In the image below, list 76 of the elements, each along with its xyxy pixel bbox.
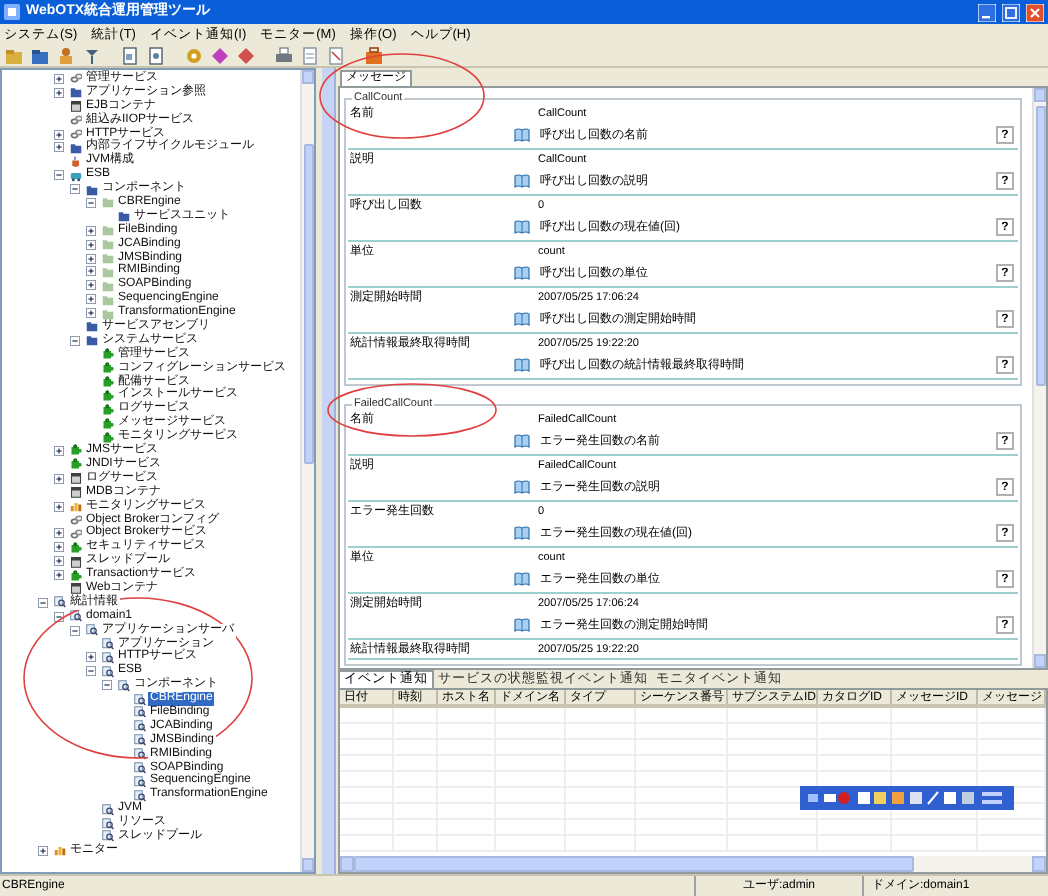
document-icon[interactable] xyxy=(120,45,140,65)
collapse-icon[interactable] xyxy=(86,197,96,208)
expand-icon[interactable] xyxy=(54,570,64,580)
app-icon xyxy=(4,4,20,20)
expand-icon[interactable] xyxy=(38,845,48,856)
book-icon[interactable] xyxy=(514,358,530,372)
folder-icon xyxy=(70,86,82,99)
expand-icon[interactable] xyxy=(86,225,96,236)
collapse-icon[interactable] xyxy=(70,625,80,636)
collapse-icon[interactable] xyxy=(54,170,64,181)
expand-icon[interactable] xyxy=(86,253,96,264)
expand-icon[interactable] xyxy=(54,542,64,553)
language-bar-drawing[interactable] xyxy=(800,786,1014,810)
book-icon[interactable] xyxy=(514,220,530,234)
book-icon[interactable] xyxy=(514,526,530,540)
bus-icon xyxy=(70,169,82,182)
expand-icon[interactable] xyxy=(86,239,96,250)
expand-icon[interactable] xyxy=(86,294,96,305)
horizontal-scrollbar[interactable] xyxy=(340,856,1046,872)
toolbox-icon[interactable] xyxy=(364,45,384,65)
folder-icon xyxy=(70,141,82,154)
box-icon xyxy=(70,555,82,568)
collapse-icon[interactable] xyxy=(38,597,48,608)
vertical-scrollbar[interactable] xyxy=(300,70,315,872)
expand-icon[interactable] xyxy=(54,73,64,84)
expand-icon[interactable] xyxy=(54,501,64,512)
expand-icon[interactable] xyxy=(54,473,64,484)
vertical-scrollbar[interactable] xyxy=(1032,88,1046,668)
magnifier-icon xyxy=(54,596,66,609)
book-icon[interactable] xyxy=(514,618,530,632)
expand-icon[interactable] xyxy=(86,308,96,319)
expand-icon[interactable] xyxy=(86,280,96,291)
chart-icon xyxy=(70,500,82,513)
book-icon[interactable] xyxy=(514,480,530,494)
book-icon[interactable] xyxy=(514,434,530,448)
puzzle-icon xyxy=(70,569,82,581)
book-icon[interactable] xyxy=(514,572,530,586)
cup-icon xyxy=(70,155,82,168)
expand-icon[interactable] xyxy=(54,142,64,153)
box-icon xyxy=(70,100,82,113)
gear-icon[interactable] xyxy=(184,45,204,65)
collapse-icon[interactable] xyxy=(54,611,64,622)
pin-icon[interactable] xyxy=(82,45,102,65)
printer-icon[interactable] xyxy=(274,45,294,65)
chain-icon xyxy=(70,72,82,85)
collapse-icon[interactable] xyxy=(86,666,96,677)
expand-icon[interactable] xyxy=(54,87,64,98)
collapse-icon[interactable] xyxy=(70,335,80,346)
folder-icon[interactable] xyxy=(30,45,50,65)
close-icon[interactable] xyxy=(1026,3,1044,21)
collapse-icon[interactable] xyxy=(102,680,112,691)
expand-icon[interactable] xyxy=(54,129,64,139)
person-icon[interactable] xyxy=(56,45,76,65)
box-icon xyxy=(70,582,82,595)
book-icon[interactable] xyxy=(514,312,530,326)
document-icon[interactable] xyxy=(146,45,166,65)
expand-icon[interactable] xyxy=(86,266,96,277)
expand-icon[interactable] xyxy=(54,528,64,539)
magnifier-icon xyxy=(118,679,130,692)
expand-icon[interactable] xyxy=(86,652,96,663)
expand-icon[interactable] xyxy=(54,556,64,567)
minimize-icon[interactable] xyxy=(978,3,996,21)
book-icon[interactable] xyxy=(514,128,530,142)
document-icon[interactable] xyxy=(326,45,346,65)
folder-icon xyxy=(118,210,130,223)
puzzle-icon xyxy=(70,541,82,554)
magnifier-icon xyxy=(70,610,82,623)
folder-icon xyxy=(102,196,114,209)
collapse-icon[interactable] xyxy=(70,184,80,195)
folder-icon xyxy=(86,183,98,196)
magnifier-icon xyxy=(86,624,98,637)
maximize-icon[interactable] xyxy=(1002,3,1020,21)
chart-icon xyxy=(54,844,66,857)
expand-icon[interactable] xyxy=(54,445,64,456)
book-icon[interactable] xyxy=(514,266,530,280)
book-icon[interactable] xyxy=(514,174,530,188)
